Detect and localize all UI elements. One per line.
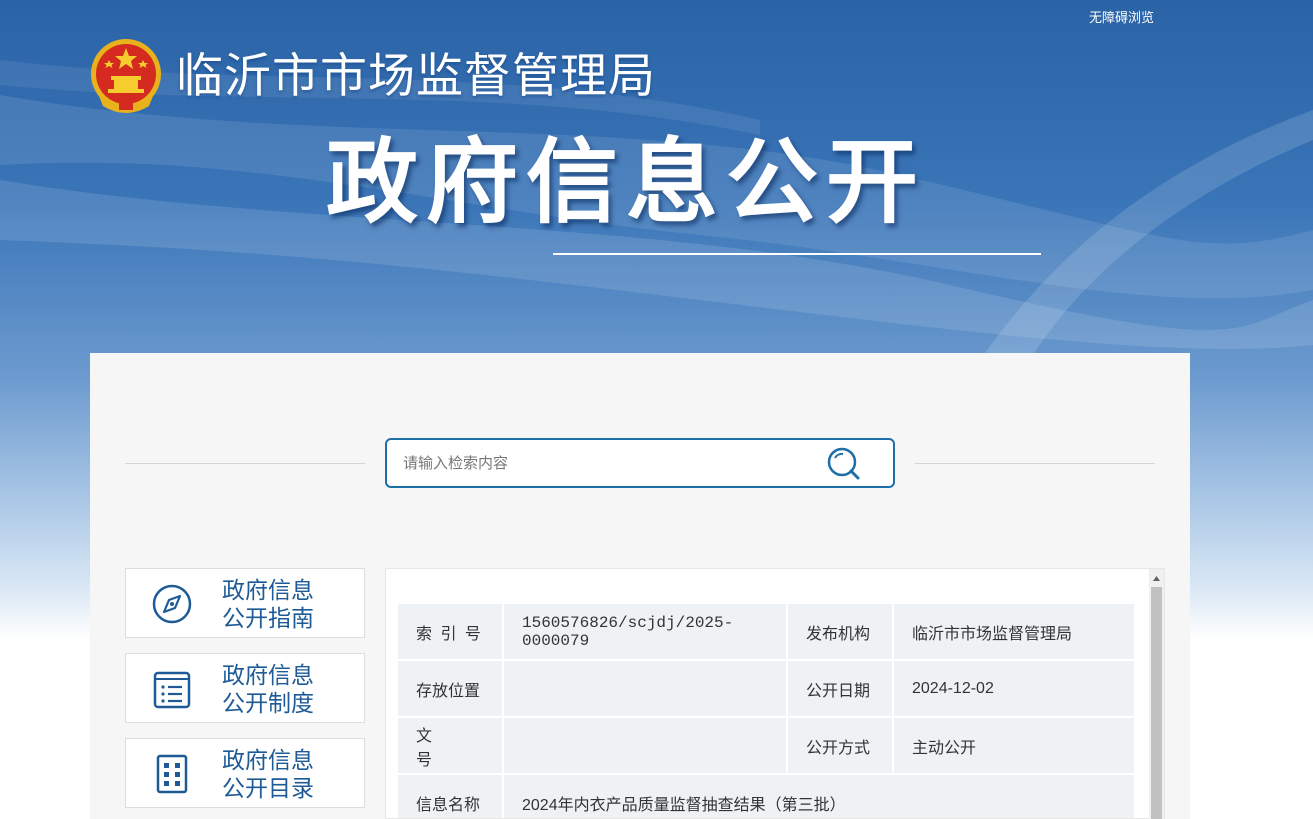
- site-title: 临沂市市场监督管理局: [176, 49, 656, 102]
- hero-title: 政府信息公开: [326, 132, 927, 234]
- document-list-icon: [153, 671, 191, 709]
- index-value: 1560576826/scjdj/2025-0000079: [504, 604, 786, 659]
- search-icon[interactable]: [825, 446, 865, 482]
- detail-scrollbar[interactable]: [1149, 569, 1164, 819]
- nav-card-regulations-label: 政府信息 公开制度: [222, 662, 314, 716]
- search-box: [385, 438, 895, 488]
- document-number-value: [504, 718, 786, 773]
- method-value: 主动公开: [894, 718, 1134, 773]
- catalog-grid-icon: [156, 754, 188, 794]
- method-label: 公开方式: [788, 718, 892, 773]
- hero-title-underline: [553, 253, 1041, 255]
- index-label: 索 引 号: [398, 604, 502, 659]
- table-row: 信息名称 2024年内衣产品质量监督抽查结果（第三批）: [398, 775, 1134, 818]
- date-label: 公开日期: [788, 661, 892, 716]
- search-divider-right: [915, 463, 1155, 464]
- location-label: 存放位置: [398, 661, 502, 716]
- location-value: [504, 661, 786, 716]
- document-number-label: 文 号: [398, 718, 502, 773]
- table-row: 索 引 号 1560576826/scjdj/2025-0000079 发布机构…: [398, 604, 1134, 659]
- scroll-up-arrow-icon[interactable]: [1151, 573, 1162, 584]
- info-detail-panel: 索 引 号 1560576826/scjdj/2025-0000079 发布机构…: [385, 568, 1165, 819]
- info-name-value: 2024年内衣产品质量监督抽查结果（第三批）: [504, 775, 1134, 818]
- scrollbar-thumb[interactable]: [1151, 587, 1162, 819]
- accessibility-mode-link[interactable]: 无障碍浏览: [1089, 7, 1154, 26]
- table-row: 文 号 公开方式 主动公开: [398, 718, 1134, 773]
- info-metadata-table: 索 引 号 1560576826/scjdj/2025-0000079 发布机构…: [396, 602, 1136, 818]
- nav-card-catalog-label: 政府信息 公开目录: [222, 747, 314, 801]
- search-divider-left: [125, 463, 365, 464]
- search-input[interactable]: [403, 450, 803, 476]
- info-name-label: 信息名称: [398, 775, 502, 818]
- publisher-value: 临沂市市场监督管理局: [894, 604, 1134, 659]
- nav-card-catalog[interactable]: 政府信息 公开目录: [125, 738, 365, 808]
- nav-card-regulations[interactable]: 政府信息 公开制度: [125, 653, 365, 723]
- date-value: 2024-12-02: [894, 661, 1134, 716]
- national-emblem-icon: [91, 39, 161, 113]
- compass-icon: [152, 584, 192, 624]
- nav-card-guide-label: 政府信息 公开指南: [222, 577, 314, 631]
- table-row: 存放位置 公开日期 2024-12-02: [398, 661, 1134, 716]
- publisher-label: 发布机构: [788, 604, 892, 659]
- content-panel: 政府信息 公开指南 政府信息 公开制度 政府信息 公开目录: [90, 353, 1190, 819]
- nav-card-guide[interactable]: 政府信息 公开指南: [125, 568, 365, 638]
